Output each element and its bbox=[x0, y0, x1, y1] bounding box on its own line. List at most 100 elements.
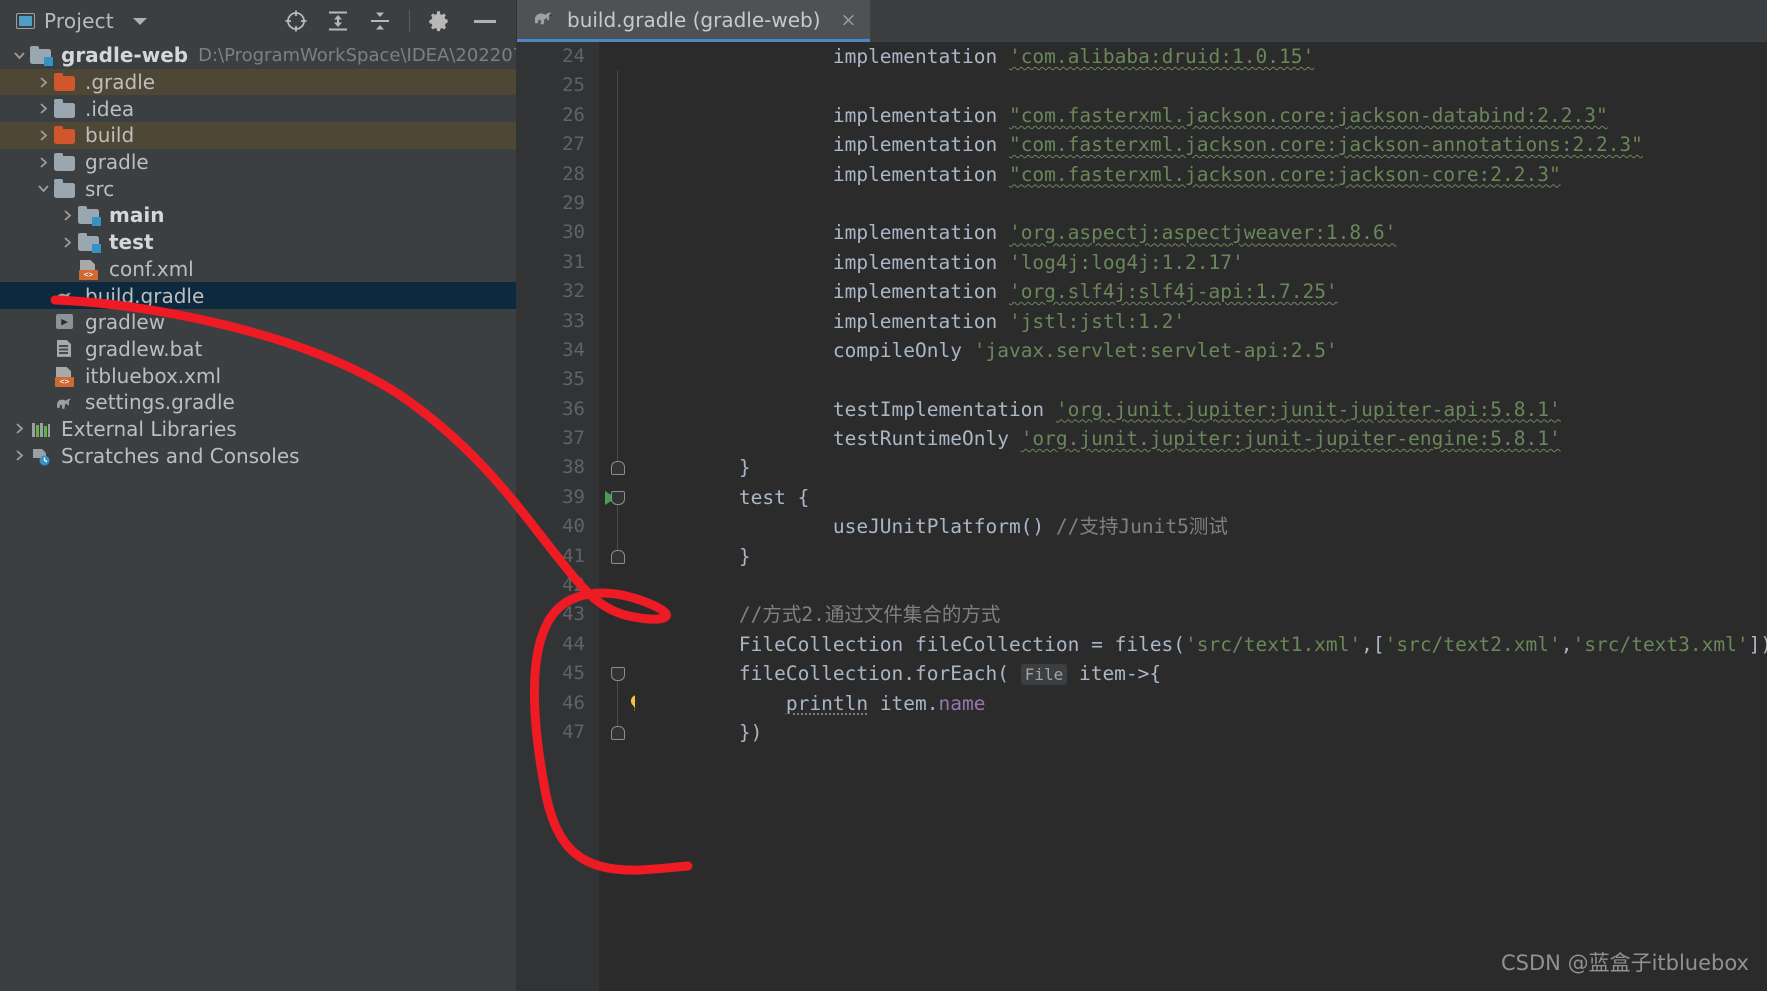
line-number: 41 bbox=[562, 544, 585, 567]
test-folder-icon bbox=[78, 232, 101, 254]
code-line[interactable] bbox=[635, 571, 1767, 600]
gutter-mark[interactable] bbox=[599, 100, 635, 131]
gutter-mark[interactable] bbox=[599, 130, 635, 160]
fold-end-icon[interactable] bbox=[611, 725, 625, 740]
select-opened-file-icon[interactable] bbox=[283, 8, 309, 34]
fold-start-icon[interactable] bbox=[611, 490, 625, 505]
project-title-group[interactable]: Project bbox=[16, 9, 147, 33]
tree-item-gradle-web[interactable]: gradle-web D:\ProgramWorkSpace\IDEA\20220… bbox=[0, 42, 516, 69]
line-number: 37 bbox=[562, 427, 585, 450]
gutter-mark[interactable] bbox=[599, 600, 635, 629]
code-line[interactable]: implementation 'org.slf4j:slf4j-api:1.7.… bbox=[635, 277, 1767, 306]
tree-item-test[interactable]: test bbox=[0, 229, 516, 256]
gutter-mark[interactable] bbox=[599, 483, 635, 513]
tree-item-build-gradle[interactable]: build.gradle bbox=[0, 282, 516, 309]
gutter-mark[interactable] bbox=[599, 453, 635, 482]
chevron-right-icon[interactable] bbox=[32, 156, 54, 169]
fold-end-icon[interactable] bbox=[611, 549, 625, 564]
code-line[interactable]: implementation "com.fasterxml.jackson.co… bbox=[635, 101, 1767, 130]
code-line[interactable]: FileCollection fileCollection = files('s… bbox=[635, 630, 1767, 659]
fold-start-icon[interactable] bbox=[611, 667, 625, 682]
gutter-mark[interactable] bbox=[599, 688, 644, 718]
gutter-mark[interactable] bbox=[599, 188, 635, 219]
code-line[interactable]: }) bbox=[635, 718, 1767, 747]
chevron-right-icon[interactable] bbox=[32, 76, 54, 89]
tree-item-external-libraries[interactable]: External Libraries bbox=[0, 416, 516, 443]
code-line[interactable] bbox=[635, 189, 1767, 218]
chevron-right-icon[interactable] bbox=[32, 129, 54, 142]
code-line[interactable] bbox=[635, 365, 1767, 394]
project-tool-window: Project gradle-web D:\ProgramWorkSpace\I… bbox=[0, 0, 517, 991]
gear-icon[interactable] bbox=[426, 8, 452, 34]
gutter-mark[interactable] bbox=[599, 424, 635, 454]
code-line[interactable]: implementation "com.fasterxml.jackson.co… bbox=[635, 160, 1767, 189]
code-line[interactable]: implementation "com.fasterxml.jackson.co… bbox=[635, 130, 1767, 159]
gutter-mark[interactable] bbox=[599, 71, 635, 101]
chevron-right-icon[interactable] bbox=[56, 236, 78, 249]
code-line[interactable]: testRuntimeOnly 'org.junit.jupiter:junit… bbox=[635, 424, 1767, 453]
expand-all-icon[interactable] bbox=[325, 8, 351, 34]
code-line[interactable]: fileCollection.forEach( File item->{ bbox=[635, 659, 1767, 688]
tree-item-src[interactable]: src bbox=[0, 175, 516, 202]
code-line[interactable]: testImplementation 'org.junit.jupiter:ju… bbox=[635, 395, 1767, 424]
gutter-mark[interactable] bbox=[599, 659, 635, 689]
gutter-mark[interactable] bbox=[599, 365, 635, 395]
code-line[interactable]: useJUnitPlatform() //支持Junit5测试 bbox=[635, 512, 1767, 541]
chevron-down-icon[interactable] bbox=[32, 182, 54, 195]
gutter-mark[interactable] bbox=[599, 630, 635, 659]
chevron-right-icon[interactable] bbox=[32, 102, 54, 115]
tree-item-label: Scratches and Consoles bbox=[61, 443, 300, 468]
tree-item-gradlew[interactable]: ▶ gradlew bbox=[0, 309, 516, 336]
gutter-mark[interactable] bbox=[599, 247, 635, 278]
tree-item--idea[interactable]: .idea bbox=[0, 95, 516, 122]
gutter-mark[interactable] bbox=[599, 306, 635, 336]
project-tree[interactable]: gradle-web D:\ProgramWorkSpace\IDEA\20220… bbox=[0, 42, 516, 469]
chevron-down-icon[interactable] bbox=[132, 17, 147, 25]
gutter-mark[interactable] bbox=[599, 159, 635, 189]
gutter-mark[interactable] bbox=[599, 277, 635, 307]
gutter-mark[interactable] bbox=[599, 335, 635, 366]
tree-item-gradlew-bat[interactable]: gradlew.bat bbox=[0, 336, 516, 363]
gutter-mark[interactable] bbox=[599, 541, 635, 571]
chevron-down-icon[interactable] bbox=[8, 49, 30, 62]
gutter-mark[interactable] bbox=[599, 218, 635, 248]
tree-item--gradle[interactable]: .gradle bbox=[0, 68, 516, 96]
gutter-mark[interactable] bbox=[599, 394, 635, 425]
chevron-right-icon[interactable] bbox=[56, 209, 78, 222]
chevron-right-icon[interactable] bbox=[8, 449, 30, 462]
code-line[interactable]: test { bbox=[635, 483, 1767, 512]
code-line[interactable]: implementation 'org.aspectj:aspectjweave… bbox=[635, 218, 1767, 247]
code-line[interactable]: implementation 'com.alibaba:druid:1.0.15… bbox=[635, 42, 1767, 71]
fold-end-icon[interactable] bbox=[611, 461, 625, 476]
code-line[interactable]: implementation 'jstl:jstl:1.2' bbox=[635, 307, 1767, 336]
gutter-mark[interactable] bbox=[599, 717, 635, 747]
code-line[interactable]: compileOnly 'javax.servlet:servlet-api:2… bbox=[635, 336, 1767, 365]
code-line[interactable]: println item.name bbox=[635, 689, 1767, 718]
gutter-mark[interactable] bbox=[599, 571, 635, 600]
tree-item-settings-gradle[interactable]: settings.gradle bbox=[0, 389, 516, 416]
code-line[interactable]: //方式2.通过文件集合的方式 bbox=[635, 600, 1767, 629]
tree-item-main[interactable]: main bbox=[0, 202, 516, 229]
tree-item-scratches-and-consoles[interactable]: Scratches and Consoles bbox=[0, 442, 516, 469]
code-line[interactable] bbox=[635, 71, 1767, 100]
gutter-mark[interactable] bbox=[599, 42, 635, 71]
tree-item-itbluebox-xml[interactable]: <> itbluebox.xml bbox=[0, 362, 516, 389]
code-line[interactable]: implementation 'log4j:log4j:1.2.17' bbox=[635, 248, 1767, 277]
code-line[interactable]: } bbox=[635, 453, 1767, 482]
code-line[interactable]: } bbox=[635, 542, 1767, 571]
tree-item-conf-xml[interactable]: <> conf.xml bbox=[0, 256, 516, 283]
fold-gutter[interactable] bbox=[599, 42, 644, 991]
close-icon[interactable]: × bbox=[841, 9, 857, 31]
code-content[interactable]: implementation 'com.alibaba:druid:1.0.15… bbox=[635, 42, 1767, 991]
minimize-icon[interactable] bbox=[474, 19, 496, 23]
shell-script-icon: ▶ bbox=[54, 312, 76, 332]
tree-item-gradle[interactable]: gradle bbox=[0, 149, 516, 176]
gradle-file-icon bbox=[533, 8, 557, 31]
line-number: 27 bbox=[562, 133, 585, 156]
gutter-mark[interactable] bbox=[599, 512, 635, 542]
editor-area: build.gradle (gradle-web) × 24 25 26 27 28 29… bbox=[517, 0, 1767, 991]
tree-item-build[interactable]: build bbox=[0, 122, 516, 149]
chevron-right-icon[interactable] bbox=[8, 422, 30, 435]
tab-build-gradle[interactable]: build.gradle (gradle-web) × bbox=[517, 0, 871, 42]
collapse-all-icon[interactable] bbox=[367, 8, 393, 34]
